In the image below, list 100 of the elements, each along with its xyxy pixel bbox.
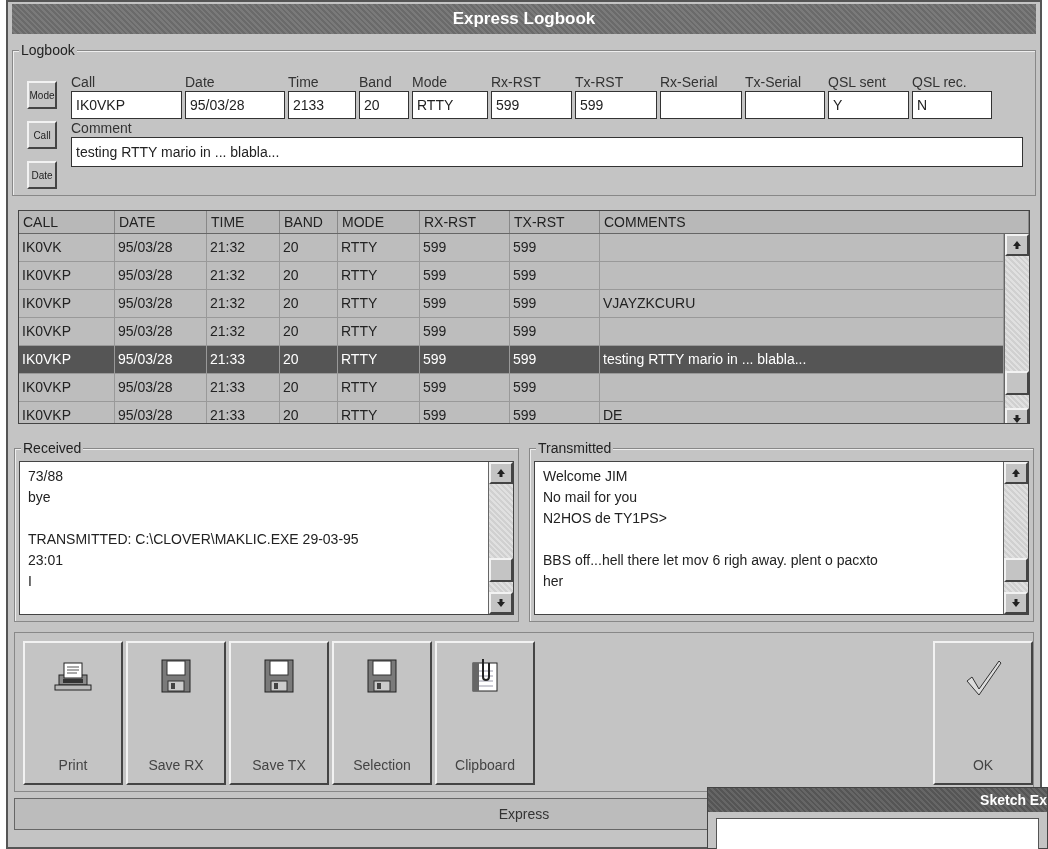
table-cell: 599 bbox=[423, 323, 447, 339]
table-cell: RTTY bbox=[341, 239, 378, 255]
scroll-up-button[interactable] bbox=[1004, 462, 1028, 484]
table-cell: 95/03/28 bbox=[118, 379, 173, 395]
table-row[interactable]: IK0VK 95/03/28 21:32 20 RTTY 599 599 bbox=[19, 234, 1004, 262]
table-cell: 599 bbox=[513, 379, 537, 395]
table-cell: RTTY bbox=[341, 351, 378, 367]
column-header[interactable]: COMMENTS bbox=[600, 211, 1029, 233]
input-field[interactable]: 599 bbox=[491, 91, 572, 119]
input-field[interactable]: N bbox=[912, 91, 992, 119]
column-header[interactable]: RX-RST bbox=[420, 211, 510, 233]
text-line: 23:01 bbox=[28, 551, 65, 570]
sort-button[interactable]: Date bbox=[27, 161, 57, 189]
table-cell: 21:32 bbox=[210, 323, 246, 339]
table-cell: IK0VKP bbox=[22, 407, 72, 423]
field-label: Rx-RST bbox=[491, 73, 542, 91]
field-label: Rx-Serial bbox=[660, 73, 719, 91]
down-arrow-icon bbox=[496, 598, 506, 608]
scroll-down-button[interactable] bbox=[1004, 592, 1028, 614]
table-cell: 95/03/28 bbox=[118, 267, 173, 283]
column-header[interactable]: MODE bbox=[338, 211, 420, 233]
status-text: Express bbox=[498, 806, 550, 822]
table-cell: 21:33 bbox=[210, 379, 246, 395]
input-field[interactable]: Y bbox=[828, 91, 909, 119]
input-field[interactable] bbox=[745, 91, 825, 119]
input-field[interactable]: 599 bbox=[575, 91, 657, 119]
up-arrow-icon bbox=[496, 468, 506, 478]
input-field[interactable]: RTTY bbox=[412, 91, 488, 119]
field-label: Tx-Serial bbox=[745, 73, 802, 91]
input-field[interactable]: 95/03/28 bbox=[185, 91, 285, 119]
toolbar-button[interactable]: Save TX bbox=[229, 641, 329, 785]
table-cell: 599 bbox=[423, 407, 447, 423]
table-cell: 20 bbox=[283, 351, 299, 367]
table-cell: RTTY bbox=[341, 407, 378, 423]
table-cell: RTTY bbox=[341, 379, 378, 395]
text-line: her bbox=[543, 572, 565, 591]
column-header[interactable]: CALL bbox=[19, 211, 115, 233]
text-line: bye bbox=[28, 488, 52, 507]
text-line: No mail for you bbox=[543, 488, 639, 507]
up-arrow-icon bbox=[1012, 240, 1022, 250]
toolbar-button[interactable]: Selection bbox=[332, 641, 432, 785]
field-label: Call bbox=[71, 73, 97, 91]
sort-button[interactable]: Call bbox=[27, 121, 57, 149]
table-cell: IK0VKP bbox=[22, 267, 72, 283]
table-cell: 20 bbox=[283, 267, 299, 283]
column-header[interactable]: TIME bbox=[207, 211, 280, 233]
text-line: BBS off...hell there let mov 6 righ away. plent o pacxto bbox=[543, 551, 879, 570]
scroll-up-button[interactable] bbox=[1005, 234, 1029, 256]
input-field[interactable]: 2133 bbox=[288, 91, 356, 119]
input-field[interactable]: 20 bbox=[359, 91, 409, 119]
scroll-thumb[interactable] bbox=[1005, 371, 1029, 395]
table-cell: 599 bbox=[513, 267, 537, 283]
table-cell: 20 bbox=[283, 379, 299, 395]
scroll-down-button[interactable] bbox=[489, 592, 513, 614]
text-line: N2HOS de TY1PS> bbox=[543, 509, 668, 528]
input-field[interactable]: IK0VKP bbox=[71, 91, 182, 119]
table-cell: RTTY bbox=[341, 295, 378, 311]
table-row[interactable]: IK0VKP 95/03/28 21:32 20 RTTY 599 599 VJAYZKCURU bbox=[19, 290, 1004, 318]
toolbar-button[interactable]: Save RX bbox=[126, 641, 226, 785]
ok-button[interactable]: OK bbox=[933, 641, 1033, 785]
comment-field[interactable]: testing RTTY mario in ... blabla... bbox=[71, 137, 1023, 167]
group-label: Transmitted bbox=[536, 440, 614, 456]
column-header[interactable]: DATE bbox=[115, 211, 207, 233]
group-label: Received bbox=[21, 440, 84, 456]
text-area[interactable]: 73/88 bye TRANSMITTED: C:\CLOVER\MAKLIC.EXE 29-03-95 23:01 I bbox=[19, 461, 514, 615]
scroll-up-button[interactable] bbox=[489, 462, 513, 484]
table-cell: VJAYZKCURU bbox=[603, 295, 696, 311]
field-label: Comment bbox=[71, 119, 133, 137]
down-arrow-icon bbox=[1011, 598, 1021, 608]
up-arrow-icon bbox=[1011, 468, 1021, 478]
table-cell: DE bbox=[603, 407, 623, 423]
table-row[interactable]: IK0VKP 95/03/28 21:33 20 RTTY 599 599 bbox=[19, 374, 1004, 402]
table-cell: 599 bbox=[513, 407, 537, 423]
text-line: Welcome JIM bbox=[543, 467, 629, 486]
table-row[interactable]: IK0VKP 95/03/28 21:32 20 RTTY 599 599 bbox=[19, 262, 1004, 290]
table-cell: 95/03/28 bbox=[118, 239, 173, 255]
table-cell: IK0VKP bbox=[22, 295, 72, 311]
sort-button[interactable]: Mode bbox=[27, 81, 57, 109]
scroll-thumb[interactable] bbox=[1004, 558, 1028, 582]
table-cell: 21:32 bbox=[210, 239, 246, 255]
table-cell: testing RTTY mario in ... blabla... bbox=[603, 351, 807, 367]
field-label: Mode bbox=[412, 73, 449, 91]
table-cell: 599 bbox=[423, 379, 447, 395]
scroll-thumb[interactable] bbox=[489, 558, 513, 582]
text-area[interactable]: Welcome JIM No mail for you N2HOS de TY1PS> BBS off...hell there let mov 6 righ away. plent o pacxto her bbox=[534, 461, 1029, 615]
text-line: I bbox=[28, 572, 33, 591]
table-cell: 95/03/28 bbox=[118, 323, 173, 339]
table-cell: RTTY bbox=[341, 267, 378, 283]
column-header[interactable]: TX-RST bbox=[510, 211, 600, 233]
input-field[interactable] bbox=[660, 91, 742, 119]
field-label: Band bbox=[359, 73, 393, 91]
table-cell: IK0VKP bbox=[22, 323, 72, 339]
column-header[interactable]: BAND bbox=[280, 211, 338, 233]
table-cell: RTTY bbox=[341, 323, 378, 339]
table-cell: IK0VKP bbox=[22, 351, 72, 367]
toolbar-button[interactable]: Clipboard bbox=[435, 641, 535, 785]
window-title: Sketch Ex bbox=[980, 792, 1047, 808]
toolbar-button[interactable]: Print bbox=[23, 641, 123, 785]
field-label: Date bbox=[185, 73, 216, 91]
selected-row[interactable]: IK0VKP 95/03/28 21:33 20 RTTY 599 599 testing RTTY mario in ... blabla... bbox=[19, 346, 1004, 374]
